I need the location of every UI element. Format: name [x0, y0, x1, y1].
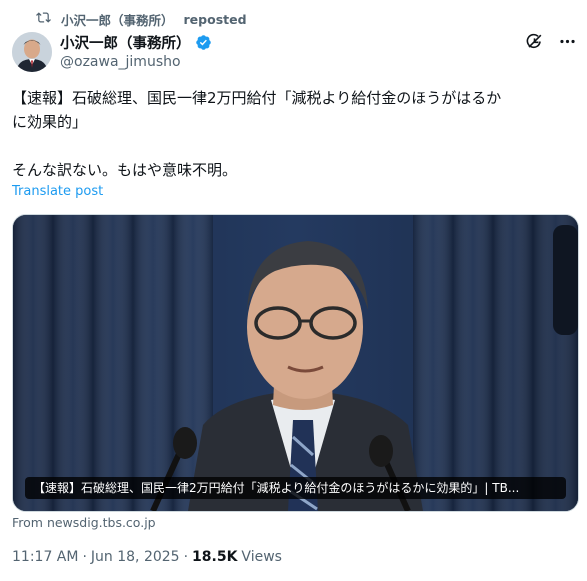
translate-post-link[interactable]: Translate post — [12, 184, 103, 199]
press-conference-image — [13, 215, 578, 511]
more-icon[interactable] — [558, 32, 577, 51]
post-meta: 11:17 AM · Jun 18, 2025 · 18.5K Views — [12, 549, 282, 565]
tweet-text-line-2: に効果的」 — [12, 113, 88, 131]
author-handle[interactable]: @ozawa_jimusho — [60, 54, 212, 70]
author-block: 小沢一郎（事務所） @ozawa_jimusho — [60, 33, 212, 70]
meta-separator: · — [183, 549, 189, 565]
post-time[interactable]: 11:17 AM — [12, 549, 78, 565]
tweet-text-line-1: 【速報】石破総理、国民一律2万円給付「減税より給付金のほうがはるか — [12, 89, 502, 107]
reposter-name[interactable]: 小沢一郎（事務所） — [61, 10, 174, 29]
repost-header: 小沢一郎（事務所） reposted — [36, 10, 247, 28]
avatar[interactable] — [12, 32, 52, 72]
top-actions — [525, 32, 577, 51]
verified-badge-icon[interactable] — [195, 34, 212, 51]
tweet-text: 【速報】石破総理、国民一律2万円給付「減税より給付金のほうがはるか に効果的」そん… — [12, 86, 577, 182]
author-name[interactable]: 小沢一郎（事務所） — [60, 32, 191, 53]
views-label: Views — [241, 549, 282, 565]
link-card-media[interactable]: 【速報】石破総理、国民一律2万円給付「減税より給付金のほうがはるかに効果的」| … — [12, 214, 579, 512]
views-count: 18.5K — [192, 549, 238, 565]
media-caption: 【速報】石破総理、国民一律2万円給付「減税より給付金のほうがはるかに効果的」| … — [25, 477, 566, 499]
repost-icon — [36, 10, 51, 28]
repost-action-label: reposted — [183, 11, 247, 27]
grok-icon[interactable] — [525, 32, 544, 51]
meta-separator: · — [82, 549, 87, 565]
link-source[interactable]: From newsdig.tbs.co.jp — [12, 515, 156, 530]
tweet-text-line-3: そんな訳ない。もはや意味不明。 — [12, 161, 238, 179]
post-date[interactable]: Jun 18, 2025 — [91, 549, 180, 565]
